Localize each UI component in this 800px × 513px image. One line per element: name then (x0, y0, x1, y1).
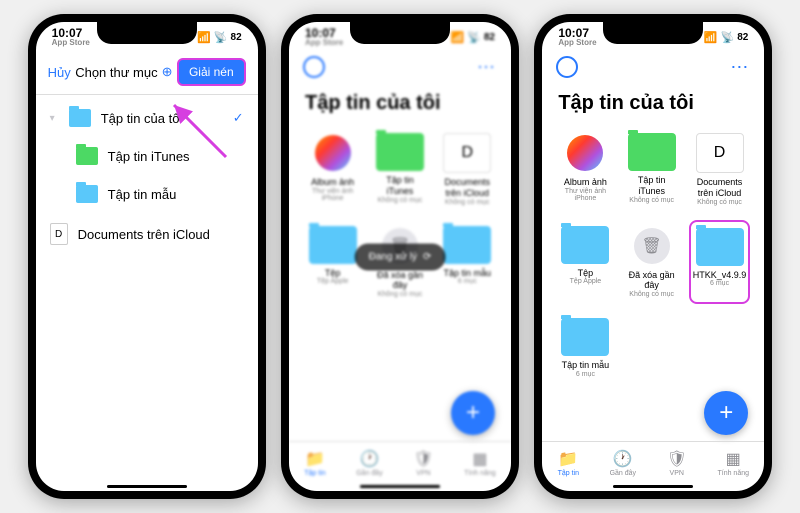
folder-row-itunes[interactable]: Tập tin iTunes (36, 137, 258, 175)
spinner-icon: ⟳ (423, 251, 431, 262)
chevron-down-icon: ▾ (50, 113, 55, 124)
document-icon: D (50, 223, 68, 245)
folder-icon (76, 147, 98, 165)
profile-icon[interactable] (303, 56, 325, 78)
folder-icon (696, 228, 744, 266)
folder-icon: 📁 (558, 449, 578, 469)
notch (603, 22, 703, 44)
grid-item-itunes[interactable]: Tập tin iTunesKhông có mục (370, 127, 429, 212)
folder-icon (561, 226, 609, 264)
signal-icon: 📶 (704, 31, 718, 44)
header-title: Chọn thư mục ⊕ (75, 64, 172, 80)
folder-label: Tập tin iTunes (108, 149, 190, 164)
top-toolbar: ⋯ (289, 50, 511, 84)
folder-icon (628, 133, 676, 171)
tab-recent[interactable]: 🕐Gần đây (356, 449, 382, 477)
tab-features[interactable]: ▦Tính năng (717, 449, 749, 477)
folder-icon (561, 318, 609, 356)
more-icon[interactable]: ⋯ (730, 57, 750, 78)
folder-icon (309, 226, 357, 264)
folder-row-my-files[interactable]: ▾ Tập tin của tôi ✓ (36, 99, 258, 137)
grid-item-files[interactable]: TệpTệp Apple (303, 220, 362, 305)
home-indicator[interactable] (107, 485, 187, 488)
page-title: Tập tin của tôi (542, 84, 764, 127)
tab-files[interactable]: 📁Tập tin (558, 449, 579, 477)
processing-toast: Đang xử lý⟳ (355, 243, 446, 270)
signal-icon: 📶 (197, 31, 211, 44)
folder-row-icloud[interactable]: D Documents trên iCloud (36, 213, 258, 255)
shield-icon: 🛡 (667, 449, 687, 469)
trash-icon: 🗑 (634, 228, 670, 264)
tab-bar: 📁Tập tin 🕐Gần đây 🛡VPN ▦Tính năng (289, 441, 511, 491)
phone-3: 10:07 App Store 📶📡82 ⋯ Tập tin của tôi A… (534, 14, 772, 499)
file-grid: Album ảnhThư viện ảnh iPhone Tập tin iTu… (542, 127, 764, 384)
tab-vpn[interactable]: 🛡VPN (667, 449, 687, 477)
grid-item-files[interactable]: TệpTệp Apple (556, 220, 614, 305)
clock-icon: 🕐 (360, 449, 380, 469)
folder-list: ▾ Tập tin của tôi ✓ Tập tin iTunes Tập t… (36, 95, 258, 259)
phone-1: 10:07 App Store 📶 📡 82 Hủy Chọn thư mục … (28, 14, 266, 499)
tab-vpn[interactable]: 🛡VPN (413, 449, 433, 477)
grid-item-photos[interactable]: Album ảnhThư viện ảnh iPhone (556, 127, 614, 212)
folder-icon (443, 226, 491, 264)
wifi-icon: 📡 (214, 31, 228, 44)
grid-item-htkk[interactable]: HTKK_v4.9.96 mục (689, 220, 751, 305)
grid-item-trash[interactable]: 🗑Đã xóa gần đâyKhông có mục (623, 220, 681, 305)
grid-item-itunes[interactable]: Tập tin iTunesKhông có mục (623, 127, 681, 212)
shield-icon: 🛡 (413, 449, 433, 469)
more-icon[interactable]: ⋯ (477, 57, 497, 78)
tab-recent[interactable]: 🕐Gần đây (610, 449, 636, 477)
extract-button[interactable]: Giải nén (177, 58, 246, 86)
add-button[interactable]: + (704, 391, 748, 435)
notch (97, 22, 197, 44)
grid-item-sample[interactable]: Tập tin mẫu6 mục (556, 312, 614, 384)
add-button[interactable]: + (451, 391, 495, 435)
tab-bar: 📁Tập tin 🕐Gần đây 🛡VPN ▦Tính năng (542, 441, 764, 491)
status-app-label: App Store (52, 39, 90, 47)
grid-item-sample[interactable]: Tập tin mẫu6 mục (438, 220, 497, 305)
folder-icon: 📁 (305, 449, 325, 469)
home-indicator[interactable] (360, 485, 440, 488)
folder-row-sample[interactable]: Tập tin mẫu (36, 175, 258, 213)
profile-icon[interactable] (556, 56, 578, 78)
document-icon: D (443, 133, 491, 173)
phone-2: 10:07 App Store 📶📡82 ⋯ Tập tin của tôi A… (281, 14, 519, 499)
folder-icon (376, 133, 424, 171)
grid-item-icloud[interactable]: DDocuments trên iCloudKhông có mục (438, 127, 497, 212)
folder-label: Tập tin của tôi (101, 111, 183, 126)
document-icon: D (696, 133, 744, 173)
grid-icon: ▦ (726, 449, 741, 469)
top-toolbar: ⋯ (542, 50, 764, 84)
folder-icon (76, 185, 98, 203)
grid-icon: ▦ (472, 449, 487, 469)
battery-icon: 82 (737, 32, 748, 43)
cancel-button[interactable]: Hủy (48, 65, 71, 80)
status-icons: 📶 📡 82 (197, 31, 242, 44)
photos-icon (315, 135, 351, 171)
folder-icon (69, 109, 91, 127)
folder-label: Tập tin mẫu (108, 187, 177, 202)
clock-icon: 🕐 (613, 449, 633, 469)
notch (350, 22, 450, 44)
check-icon: ✓ (233, 110, 244, 126)
home-indicator[interactable] (613, 485, 693, 488)
file-grid: Album ảnhThư viện ảnh iPhone Tập tin iTu… (289, 127, 511, 304)
grid-item-photos[interactable]: Album ảnhThư viện ảnh iPhone (303, 127, 362, 212)
tab-files[interactable]: 📁Tập tin (304, 449, 325, 477)
page-title: Tập tin của tôi (289, 84, 511, 127)
tab-features[interactable]: ▦Tính năng (464, 449, 496, 477)
new-folder-icon[interactable]: ⊕ (162, 64, 173, 80)
grid-item-icloud[interactable]: DDocuments trên iCloudKhông có mục (689, 127, 751, 212)
battery-icon: 82 (231, 32, 242, 43)
folder-label: Documents trên iCloud (78, 227, 210, 242)
wifi-icon: 📡 (720, 31, 734, 44)
photos-icon (567, 135, 603, 171)
modal-header: Hủy Chọn thư mục ⊕ Giải nén (36, 50, 258, 95)
